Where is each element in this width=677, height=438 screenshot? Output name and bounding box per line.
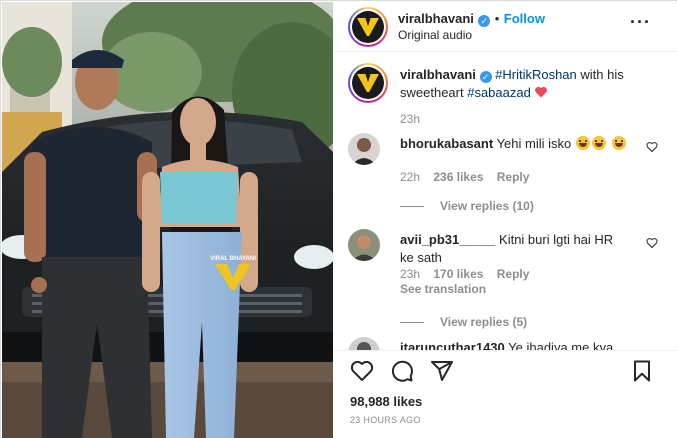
view-replies-button[interactable]: View replies (5) (400, 315, 527, 329)
reply-button[interactable]: Reply (497, 267, 530, 281)
commenter-avatar[interactable] (348, 337, 380, 350)
comment-icon[interactable] (390, 359, 414, 383)
comments-list[interactable]: viralbhavani ✓ #HritikRoshan with his sw… (334, 53, 677, 350)
svg-text:VIRAL BHAYANI: VIRAL BHAYANI (210, 256, 256, 262)
brand-logo-icon (357, 74, 379, 92)
post-actions: 98,988 likes 23 HOURS AGO (334, 350, 677, 438)
likes-count[interactable]: 98,988 likes (350, 394, 422, 409)
post-modal: VIRAL BHAYANI viralbhavani ✓ • Follow Or… (0, 0, 677, 438)
bookmark-icon[interactable] (630, 359, 654, 383)
video-frame: VIRAL BHAYANI (2, 2, 333, 438)
red-heart-emoji-icon (535, 86, 548, 98)
post-video[interactable]: VIRAL BHAYANI (2, 2, 333, 438)
verified-badge-icon: ✓ (478, 15, 491, 27)
post-timestamp[interactable]: 23 HOURS AGO (350, 415, 421, 425)
view-replies-button[interactable]: View replies (10) (400, 199, 534, 213)
author-username[interactable]: viralbhavani (398, 11, 474, 26)
heart-small-icon[interactable] (646, 141, 658, 153)
verified-badge-icon: ✓ (479, 71, 492, 83)
comment-likes[interactable]: 236 likes (433, 170, 483, 184)
audio-label[interactable]: Original audio (398, 28, 472, 42)
laughing-emoji-icon (575, 136, 590, 150)
separator-dot: • (494, 11, 500, 26)
comment-username[interactable]: avii_pb31_____ (400, 232, 495, 247)
comment-username[interactable]: bhorukabasant (400, 136, 493, 151)
hashtag-link[interactable]: #sabaazad (467, 85, 531, 100)
share-icon[interactable] (430, 359, 454, 383)
see-translation-link[interactable]: See translation (400, 282, 486, 296)
brand-logo-icon (357, 18, 379, 36)
laughing-emoji-icon (591, 136, 606, 150)
hashtag-link[interactable]: #HritikRoshan (495, 67, 577, 82)
comment-time: 22h (400, 170, 421, 184)
caption-time: 23h (400, 112, 421, 126)
commenter-avatar[interactable] (348, 229, 380, 261)
more-options-icon[interactable]: ··· (630, 12, 651, 33)
heart-small-icon[interactable] (646, 237, 658, 249)
caption-avatar[interactable] (348, 63, 388, 103)
comment-time: 23h (400, 267, 421, 281)
heart-icon[interactable] (350, 359, 374, 383)
laughing-emoji-icon (611, 136, 626, 150)
commenter-avatar[interactable] (348, 133, 380, 165)
post-header: viralbhavani ✓ • Follow Original audio ·… (334, 2, 677, 52)
reply-button[interactable]: Reply (497, 170, 530, 184)
comment-likes[interactable]: 170 likes (433, 267, 483, 281)
comment-text: Ye jhadiya me kya (508, 340, 614, 350)
author-avatar[interactable] (348, 7, 388, 47)
comment-username[interactable]: itaruncuthar1430 (400, 340, 505, 350)
follow-button[interactable]: Follow (504, 11, 545, 26)
caption-username[interactable]: viralbhavani (400, 67, 476, 82)
post-side-panel: viralbhavani ✓ • Follow Original audio ·… (334, 2, 677, 438)
comment-text: Yehi mili isko (496, 136, 572, 151)
